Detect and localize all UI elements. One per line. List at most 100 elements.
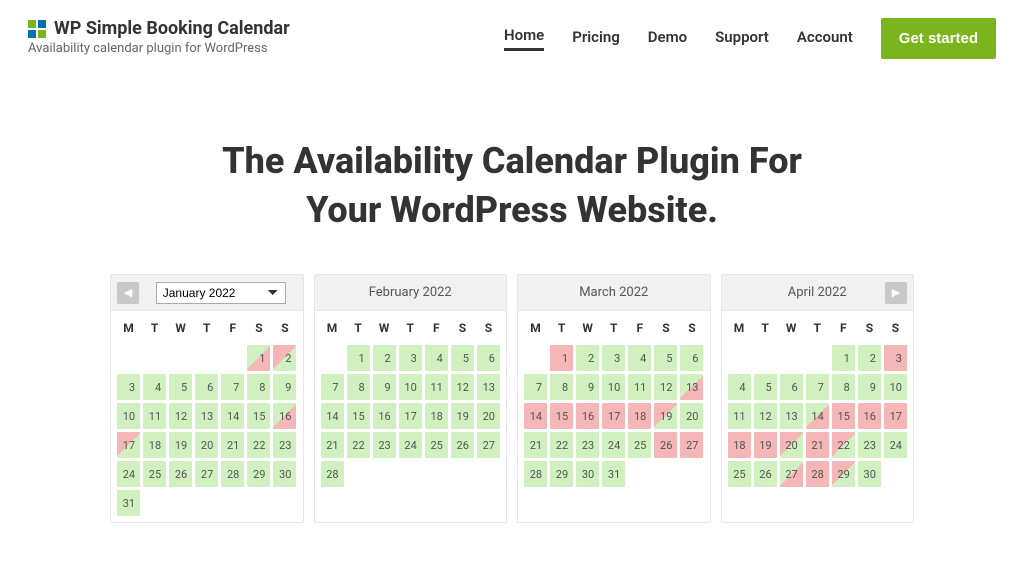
day-cell[interactable]: 18 (143, 432, 166, 458)
day-cell[interactable]: 12 (169, 403, 192, 429)
day-cell[interactable]: 26 (451, 432, 474, 458)
day-cell[interactable]: 4 (728, 374, 751, 400)
day-cell[interactable]: 9 (273, 374, 296, 400)
day-cell[interactable]: 16 (273, 403, 296, 429)
month-select[interactable]: January 2022 (156, 282, 286, 304)
day-cell[interactable]: 1 (832, 345, 855, 371)
day-cell[interactable]: 29 (832, 461, 855, 487)
day-cell[interactable]: 17 (602, 403, 625, 429)
day-cell[interactable]: 1 (550, 345, 573, 371)
day-cell[interactable]: 3 (602, 345, 625, 371)
day-cell[interactable]: 14 (321, 403, 344, 429)
day-cell[interactable]: 30 (273, 461, 296, 487)
get-started-button[interactable]: Get started (881, 18, 996, 59)
day-cell[interactable]: 16 (373, 403, 396, 429)
day-cell[interactable]: 14 (221, 403, 244, 429)
day-cell[interactable]: 4 (143, 374, 166, 400)
day-cell[interactable]: 18 (628, 403, 651, 429)
day-cell[interactable]: 10 (602, 374, 625, 400)
day-cell[interactable]: 31 (117, 490, 140, 516)
day-cell[interactable]: 3 (399, 345, 422, 371)
day-cell[interactable]: 2 (858, 345, 881, 371)
day-cell[interactable]: 13 (477, 374, 500, 400)
day-cell[interactable]: 22 (550, 432, 573, 458)
day-cell[interactable]: 2 (373, 345, 396, 371)
day-cell[interactable]: 24 (117, 461, 140, 487)
day-cell[interactable]: 29 (247, 461, 270, 487)
day-cell[interactable]: 2 (273, 345, 296, 371)
day-cell[interactable]: 25 (425, 432, 448, 458)
day-cell[interactable]: 19 (451, 403, 474, 429)
day-cell[interactable]: 9 (576, 374, 599, 400)
nav-account[interactable]: Account (797, 28, 853, 50)
day-cell[interactable]: 14 (524, 403, 547, 429)
day-cell[interactable]: 15 (347, 403, 370, 429)
day-cell[interactable]: 23 (858, 432, 881, 458)
day-cell[interactable]: 28 (806, 461, 829, 487)
day-cell[interactable]: 2 (576, 345, 599, 371)
day-cell[interactable]: 7 (321, 374, 344, 400)
day-cell[interactable]: 7 (221, 374, 244, 400)
day-cell[interactable]: 4 (425, 345, 448, 371)
day-cell[interactable]: 9 (373, 374, 396, 400)
day-cell[interactable]: 13 (780, 403, 803, 429)
day-cell[interactable]: 19 (654, 403, 677, 429)
day-cell[interactable]: 16 (858, 403, 881, 429)
day-cell[interactable]: 26 (654, 432, 677, 458)
day-cell[interactable]: 5 (654, 345, 677, 371)
day-cell[interactable]: 27 (195, 461, 218, 487)
day-cell[interactable]: 10 (884, 374, 907, 400)
day-cell[interactable]: 12 (451, 374, 474, 400)
day-cell[interactable]: 7 (806, 374, 829, 400)
day-cell[interactable]: 23 (576, 432, 599, 458)
day-cell[interactable]: 12 (654, 374, 677, 400)
day-cell[interactable]: 1 (247, 345, 270, 371)
day-cell[interactable]: 21 (221, 432, 244, 458)
nav-support[interactable]: Support (715, 28, 769, 50)
day-cell[interactable]: 11 (425, 374, 448, 400)
day-cell[interactable]: 15 (550, 403, 573, 429)
next-month-button[interactable]: ▶ (885, 282, 907, 304)
day-cell[interactable]: 1 (347, 345, 370, 371)
day-cell[interactable]: 16 (576, 403, 599, 429)
day-cell[interactable]: 20 (195, 432, 218, 458)
day-cell[interactable]: 5 (451, 345, 474, 371)
day-cell[interactable]: 22 (347, 432, 370, 458)
day-cell[interactable]: 8 (247, 374, 270, 400)
day-cell[interactable]: 6 (680, 345, 703, 371)
day-cell[interactable]: 27 (780, 461, 803, 487)
day-cell[interactable]: 24 (399, 432, 422, 458)
day-cell[interactable]: 22 (832, 432, 855, 458)
day-cell[interactable]: 25 (628, 432, 651, 458)
day-cell[interactable]: 15 (247, 403, 270, 429)
day-cell[interactable]: 28 (221, 461, 244, 487)
day-cell[interactable]: 26 (169, 461, 192, 487)
day-cell[interactable]: 20 (680, 403, 703, 429)
day-cell[interactable]: 20 (477, 403, 500, 429)
day-cell[interactable]: 17 (399, 403, 422, 429)
day-cell[interactable]: 10 (117, 403, 140, 429)
day-cell[interactable]: 21 (321, 432, 344, 458)
day-cell[interactable]: 22 (247, 432, 270, 458)
day-cell[interactable]: 10 (399, 374, 422, 400)
day-cell[interactable]: 21 (524, 432, 547, 458)
day-cell[interactable]: 30 (858, 461, 881, 487)
day-cell[interactable]: 12 (754, 403, 777, 429)
day-cell[interactable]: 19 (169, 432, 192, 458)
day-cell[interactable]: 28 (321, 461, 344, 487)
day-cell[interactable]: 26 (754, 461, 777, 487)
day-cell[interactable]: 9 (858, 374, 881, 400)
day-cell[interactable]: 31 (602, 461, 625, 487)
day-cell[interactable]: 8 (347, 374, 370, 400)
day-cell[interactable]: 8 (550, 374, 573, 400)
day-cell[interactable]: 25 (728, 461, 751, 487)
prev-month-button[interactable]: ◀ (117, 282, 139, 304)
day-cell[interactable]: 20 (780, 432, 803, 458)
nav-pricing[interactable]: Pricing (572, 28, 620, 50)
day-cell[interactable]: 15 (832, 403, 855, 429)
day-cell[interactable]: 7 (524, 374, 547, 400)
day-cell[interactable]: 28 (524, 461, 547, 487)
day-cell[interactable]: 24 (884, 432, 907, 458)
day-cell[interactable]: 11 (143, 403, 166, 429)
day-cell[interactable]: 6 (780, 374, 803, 400)
